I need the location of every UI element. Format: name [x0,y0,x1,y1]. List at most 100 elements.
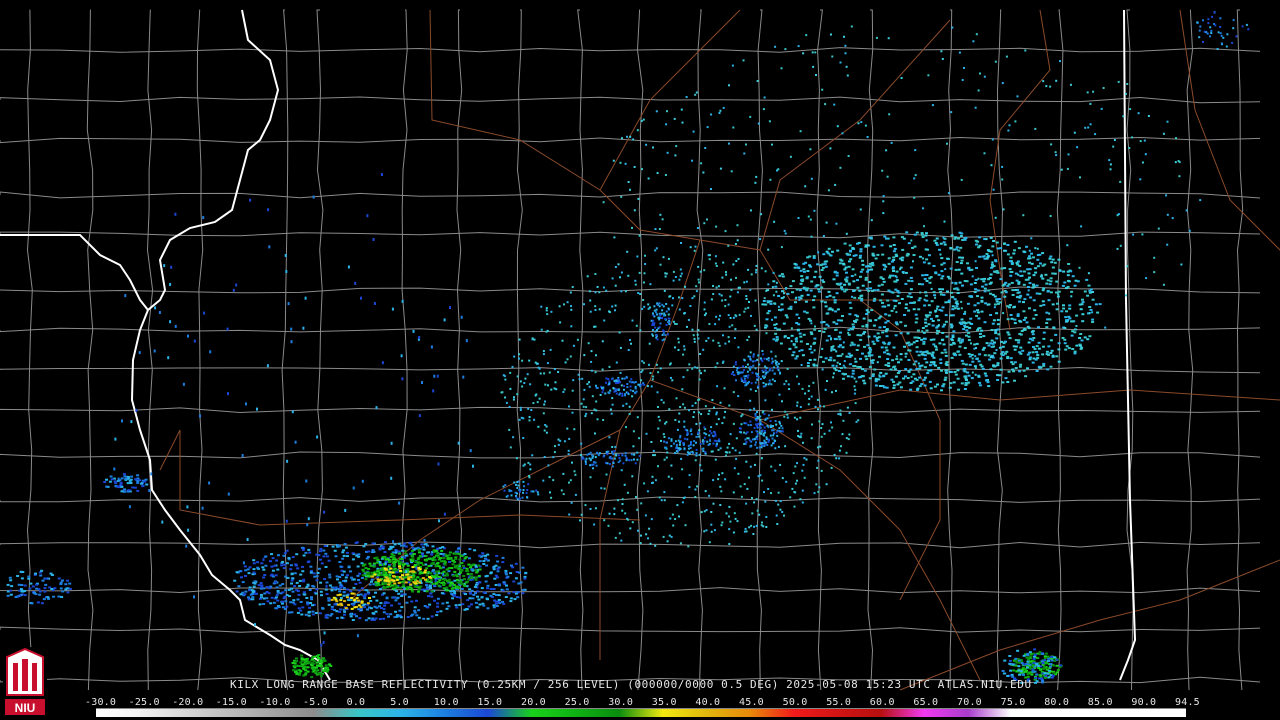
echo-pixel [947,299,951,302]
echo-pixel [643,272,646,275]
echo-pixel [830,466,833,469]
echo-pixel [839,409,842,412]
echo-pixel [880,283,884,286]
echo-pixel [757,417,760,420]
echo-pixel [1088,306,1092,308]
echo-pixel [859,270,863,273]
echo-pixel [301,548,305,551]
echo-pixel [522,437,525,439]
echo-pixel [252,568,256,571]
echo-pixel [777,445,780,448]
echo-pixel [1023,328,1027,331]
echo-pixel [474,583,478,586]
echo-pixel [1018,264,1022,267]
echo-pixel [854,320,857,323]
echo-pixel [39,590,42,593]
echo-pixel [925,329,929,332]
echo-pixel [932,338,936,341]
echo-pixel [752,353,755,356]
echo-pixel [822,360,825,363]
echo-pixel [1051,303,1055,306]
echo-pixel [1014,367,1018,369]
echo-pixel [666,451,669,454]
echo-pixel [425,567,429,570]
echo-pixel [736,520,739,523]
echo-pixel [899,358,903,361]
echo-pixel [282,554,286,557]
echo-pixel [571,389,574,392]
echo-pixel [629,188,631,191]
county-line [0,406,1261,414]
echo-pixel [871,375,875,378]
echo-pixel [934,364,937,367]
echo-pixel [648,306,651,309]
echo-pixel [344,579,348,582]
echo-pixel [611,305,614,308]
echo-pixel [799,335,803,338]
echo-pixel [860,299,864,302]
echo-pixel [918,367,922,370]
echo-pixel [558,305,561,308]
echo-pixel [1055,308,1059,311]
echo-pixel [894,375,898,378]
echo-pixel [756,438,759,441]
echo-pixel [735,437,738,440]
echo-pixel [611,403,614,406]
echo-pixel [754,413,757,415]
echo-pixel [638,383,641,386]
echo-pixel [892,256,896,259]
echo-pixel [1017,281,1021,284]
echo-pixel [623,377,626,380]
echo-pixel [938,248,941,251]
echo-pixel [705,312,707,315]
echo-pixel [302,554,306,557]
echo-pixel [458,571,462,574]
echo-pixel [392,565,396,567]
echo-pixel [1046,279,1050,282]
echo-pixel [721,472,724,475]
echo-pixel [119,483,123,486]
echo-pixel [1057,290,1061,293]
echo-pixel [270,596,274,599]
echo-pixel [1051,674,1055,677]
echo-pixel [838,338,842,341]
echo-pixel [975,33,978,36]
echo-pixel [709,254,711,257]
echo-pixel [791,280,795,283]
echo-pixel [1116,247,1119,250]
echo-pixel [644,514,647,517]
echo-pixel [865,323,869,326]
echo-pixel [513,396,515,399]
echo-pixel [670,439,673,442]
echo-pixel [43,587,47,590]
echo-pixel [347,603,351,606]
echo-pixel [298,673,301,676]
echo-pixel [301,570,305,573]
echo-pixel [876,332,880,335]
echo-pixel [1039,262,1042,265]
echo-pixel [658,316,661,319]
echo-pixel [989,368,993,371]
echo-pixel [404,552,408,555]
echo-pixel [376,574,380,577]
echo-pixel [1003,242,1007,245]
echo-pixel [342,554,346,557]
echo-pixel [603,454,606,457]
echo-pixel [442,556,446,559]
echo-pixel [629,135,632,138]
echo-pixel [682,443,685,446]
echo-pixel [992,345,996,348]
echo-pixel [925,258,929,261]
echo-pixel [311,610,315,613]
echo-pixel [394,610,397,613]
echo-pixel [860,297,864,300]
echo-pixel [967,267,971,270]
echo-pixel [629,389,632,392]
echo-pixel [680,272,683,275]
echo-pixel [1044,652,1048,655]
echo-pixel [867,319,871,322]
echo-pixel [969,295,973,298]
echo-pixel [447,605,451,608]
echo-pixel [650,441,653,443]
echo-pixel [344,546,348,549]
